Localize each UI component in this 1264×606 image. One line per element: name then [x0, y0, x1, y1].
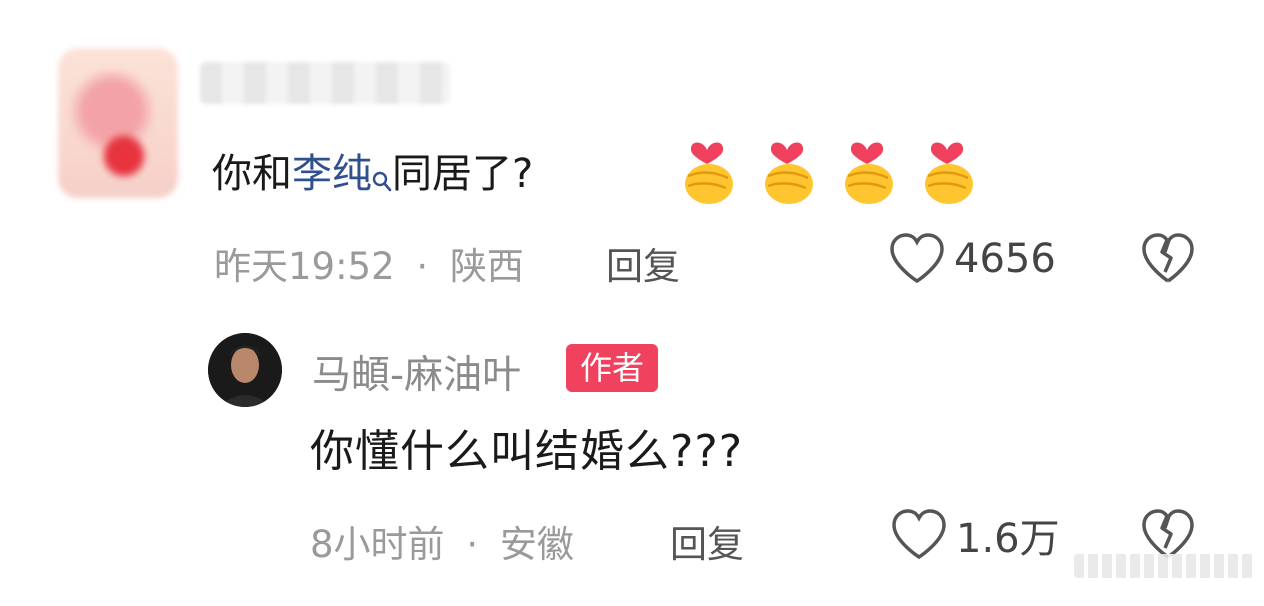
reply-location: 安徽 — [499, 523, 574, 566]
heart-icon — [890, 233, 944, 284]
commenter-name-blurred[interactable] — [200, 62, 450, 104]
finger-heart-emoji — [685, 142, 733, 204]
reply-like-button[interactable]: 1.6万 — [890, 506, 1060, 564]
comment-time: 昨天19:52 — [214, 245, 395, 288]
reply-like-count: 1.6万 — [956, 516, 1060, 562]
comment-like-button[interactable]: 4656 — [888, 232, 1056, 286]
mention-link[interactable]: 李纯 — [292, 151, 372, 197]
comment-text-before: 你和 — [212, 151, 292, 197]
reply-time: 8小时前 — [310, 523, 445, 566]
reply-reply-button[interactable]: 回复 — [670, 514, 744, 568]
author-badge: 作者 — [566, 344, 659, 392]
author-avatar-image — [208, 333, 282, 407]
finger-heart-emoji — [845, 142, 893, 204]
comment-like-count: 4656 — [954, 236, 1056, 282]
dislike-broken-heart-icon[interactable] — [1140, 232, 1196, 286]
comment-reply-button[interactable]: 回复 — [606, 236, 680, 290]
reply-text: 你懂什么叫结婚么??? — [310, 426, 744, 477]
search-icon[interactable] — [372, 154, 392, 206]
heart-icon — [892, 509, 946, 560]
author-name[interactable]: 马頔-麻油叶 — [312, 344, 521, 400]
comment-text-after: 同居了? — [392, 151, 534, 197]
comment-location: 陕西 — [449, 245, 524, 288]
finger-heart-emoji — [925, 142, 973, 204]
meta-separator: · — [466, 523, 479, 566]
finger-heart-emoji — [765, 142, 813, 204]
meta-separator: · — [416, 245, 429, 288]
comment-meta: 昨天19:52 · 陕西 — [214, 236, 524, 290]
watermark — [1074, 554, 1254, 578]
commenter-avatar[interactable] — [58, 48, 178, 198]
emoji-row — [676, 128, 978, 206]
comment-text: 你和李纯 同居了? — [212, 148, 533, 206]
reply-meta: 8小时前 · 安徽 — [310, 514, 574, 568]
author-avatar[interactable] — [208, 333, 282, 407]
